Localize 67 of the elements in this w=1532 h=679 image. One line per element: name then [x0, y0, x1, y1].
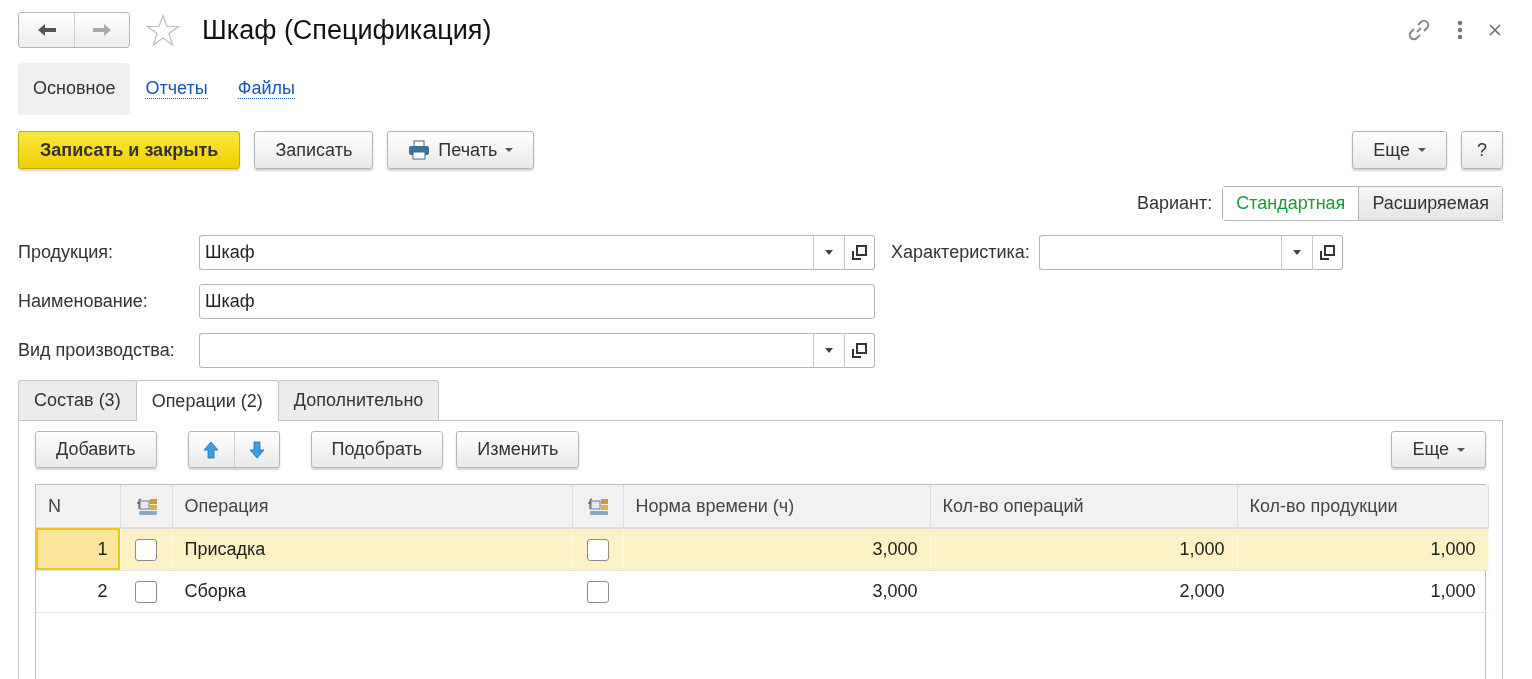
table-cell: 3,000 [623, 528, 930, 570]
table-cell: 2,000 [930, 570, 1237, 612]
close-icon [1489, 24, 1501, 36]
print-button[interactable]: Печать [387, 131, 535, 169]
field-label: Продукция: [18, 241, 115, 264]
open-button[interactable] [844, 333, 875, 368]
printer-icon [408, 140, 431, 160]
table-cell: Сборка [172, 570, 572, 612]
more-button[interactable]: Еще [1391, 431, 1486, 468]
open-window-icon [852, 245, 867, 260]
column-header: Операция [172, 485, 572, 528]
kebab-menu-icon [1457, 20, 1463, 40]
checkbox[interactable] [586, 539, 609, 561]
column-header: Кол-во операций [930, 485, 1237, 528]
down-arrow-icon [248, 440, 265, 459]
table-cell: Присадка [172, 528, 572, 570]
checkbox[interactable] [135, 539, 157, 561]
table-cell: 1,000 [1237, 528, 1488, 570]
add-button[interactable]: Добавить [35, 431, 157, 468]
more-button[interactable]: Еще [1352, 131, 1447, 169]
open-window-icon [1319, 245, 1335, 260]
save-button[interactable]: Записать [254, 131, 374, 169]
dropdown-icon [824, 249, 834, 256]
variant-label: Вариант: [1137, 192, 1213, 215]
section-link[interactable]: Основное [18, 63, 131, 115]
link-icon [1407, 18, 1431, 42]
column-header: Норма времени (ч) [623, 485, 930, 528]
field-label: Вид производства: [18, 339, 176, 362]
forward-arrow-icon [92, 23, 112, 37]
table-cell: 1,000 [930, 528, 1237, 570]
more-menu-button[interactable] [1455, 18, 1465, 42]
open-button[interactable] [1311, 235, 1343, 270]
row-number: 2 [36, 570, 120, 612]
tab[interactable]: Состав (3) [18, 380, 137, 420]
field-label: Характеристика: [891, 241, 1030, 264]
save-and-close-button[interactable]: Записать и закрыть [18, 131, 241, 169]
column-header: Кол-во продукции [1237, 485, 1488, 528]
formula-icon [134, 497, 158, 516]
section-link[interactable]: Файлы [222, 63, 310, 115]
back-arrow-icon [36, 23, 57, 37]
characteristic-field[interactable] [1038, 235, 1281, 270]
production-kind-field[interactable] [199, 333, 813, 368]
name-field[interactable]: Шкаф [199, 284, 875, 319]
row-number: 1 [36, 528, 120, 570]
table-cell: 3,000 [623, 570, 930, 612]
edit-button[interactable]: Изменить [456, 431, 580, 468]
tab[interactable]: Операции (2) [135, 380, 279, 421]
close-button[interactable] [1487, 22, 1503, 38]
open-button[interactable] [844, 235, 875, 270]
formula-icon [586, 497, 609, 516]
product-field[interactable]: Шкаф [199, 235, 813, 270]
variant-option[interactable]: Расширяемая [1358, 187, 1502, 220]
table-cell: 1,000 [1237, 570, 1488, 612]
help-button[interactable]: ? [1461, 131, 1503, 169]
dropdown-icon [1291, 249, 1302, 256]
window-title: Шкаф (Спецификация) [202, 13, 492, 47]
column-header: N [36, 485, 120, 528]
star-icon[interactable] [146, 13, 180, 47]
open-window-icon [852, 343, 867, 358]
pick-button[interactable]: Подобрать [310, 431, 444, 468]
checkbox[interactable] [586, 580, 609, 603]
up-arrow-icon [203, 440, 220, 459]
checkbox[interactable] [135, 580, 157, 603]
dropdown-icon [824, 347, 834, 354]
tab[interactable]: Дополнительно [277, 380, 440, 420]
section-link[interactable]: Отчеты [130, 63, 223, 115]
field-label: Наименование: [18, 290, 149, 313]
